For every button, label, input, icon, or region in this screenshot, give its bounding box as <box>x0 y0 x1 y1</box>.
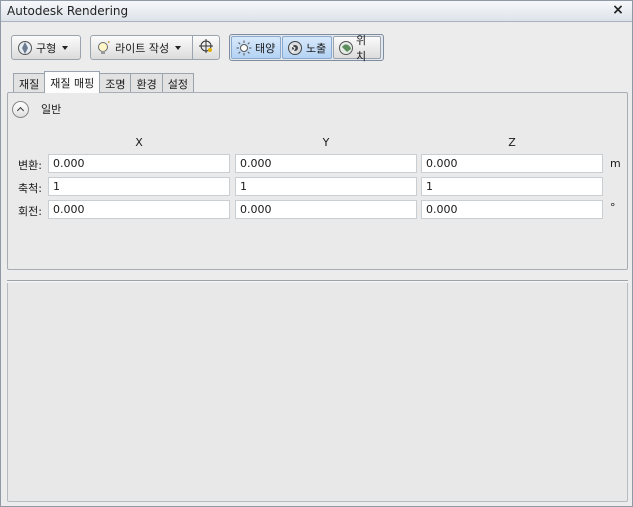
preset-label: 구형 <box>36 41 57 55</box>
target-light-button[interactable] <box>193 36 219 59</box>
rotate-x-field[interactable]: 0.000 <box>48 200 230 219</box>
column-header-x: X <box>135 136 143 149</box>
scale-label: 축척: <box>18 182 42 195</box>
rotate-y-field[interactable]: 0.000 <box>235 200 417 219</box>
chevron-down-icon <box>62 45 69 50</box>
lower-panel <box>7 283 628 502</box>
close-icon[interactable]: × <box>610 2 626 19</box>
tab-environment[interactable]: 환경 <box>130 73 163 93</box>
section-header[interactable]: 일반 <box>12 99 61 119</box>
tab-material[interactable]: 재질 <box>13 73 46 93</box>
rotate-label: 회전: <box>18 205 42 218</box>
exposure-label: 노출 <box>306 41 327 55</box>
column-header-y: Y <box>322 136 330 149</box>
collapse-up-icon[interactable] <box>12 100 29 118</box>
general-section-panel: 일반 X Y Z 변환: 0.000 0.000 0.000 m 축척: 1 1… <box>7 92 628 270</box>
preset-dropdown-button[interactable]: 구형 <box>11 35 81 60</box>
chevron-down-icon <box>175 45 182 50</box>
globe-icon <box>17 40 33 56</box>
location-icon <box>338 40 354 56</box>
sun-icon <box>236 40 252 56</box>
create-light-button[interactable]: 라이트 작성 <box>91 36 193 59</box>
translate-unit: m <box>610 157 621 170</box>
sun-label: 태양 <box>255 41 276 55</box>
translate-z-field[interactable]: 0.000 <box>421 154 603 173</box>
translate-y-field[interactable]: 0.000 <box>235 154 417 173</box>
toolbar: 구형 라이트 작성 태양 노출 위치 <box>1 23 632 69</box>
scale-y-field[interactable]: 1 <box>235 177 417 196</box>
exposure-toggle-button[interactable]: 노출 <box>282 36 332 59</box>
splitter-handle[interactable] <box>7 280 628 282</box>
crosshair-icon <box>198 38 214 57</box>
light-bulb-icon <box>96 40 112 56</box>
scale-x-field[interactable]: 1 <box>48 177 230 196</box>
translate-x-field[interactable]: 0.000 <box>48 154 230 173</box>
window-title: Autodesk Rendering <box>7 4 129 18</box>
scale-z-field[interactable]: 1 <box>421 177 603 196</box>
exposure-icon <box>287 40 303 56</box>
autodesk-rendering-window: Autodesk Rendering × 구형 라이트 작성 태양 노출 위치 … <box>0 0 633 507</box>
rotate-z-field[interactable]: 0.000 <box>421 200 603 219</box>
section-title: 일반 <box>41 103 62 116</box>
create-light-label: 라이트 작성 <box>115 41 170 55</box>
tab-settings[interactable]: 설정 <box>161 73 194 93</box>
tab-lighting[interactable]: 조명 <box>99 73 132 93</box>
title-bar: Autodesk Rendering × <box>1 1 632 22</box>
column-header-z: Z <box>508 136 516 149</box>
tab-material-mapping[interactable]: 재질 매핑 <box>44 71 101 93</box>
create-light-split-button: 라이트 작성 <box>90 35 220 60</box>
tab-strip: 재질 재질 매핑 조명 환경 설정 <box>13 71 194 93</box>
sun-toggle-button[interactable]: 태양 <box>231 36 281 59</box>
location-label: 위치 <box>356 33 367 63</box>
translate-label: 변환: <box>18 159 42 172</box>
location-button[interactable]: 위치 <box>333 34 381 63</box>
rotate-unit: ° <box>610 201 616 214</box>
sun-exposure-location-group: 태양 노출 위치 <box>229 34 384 63</box>
